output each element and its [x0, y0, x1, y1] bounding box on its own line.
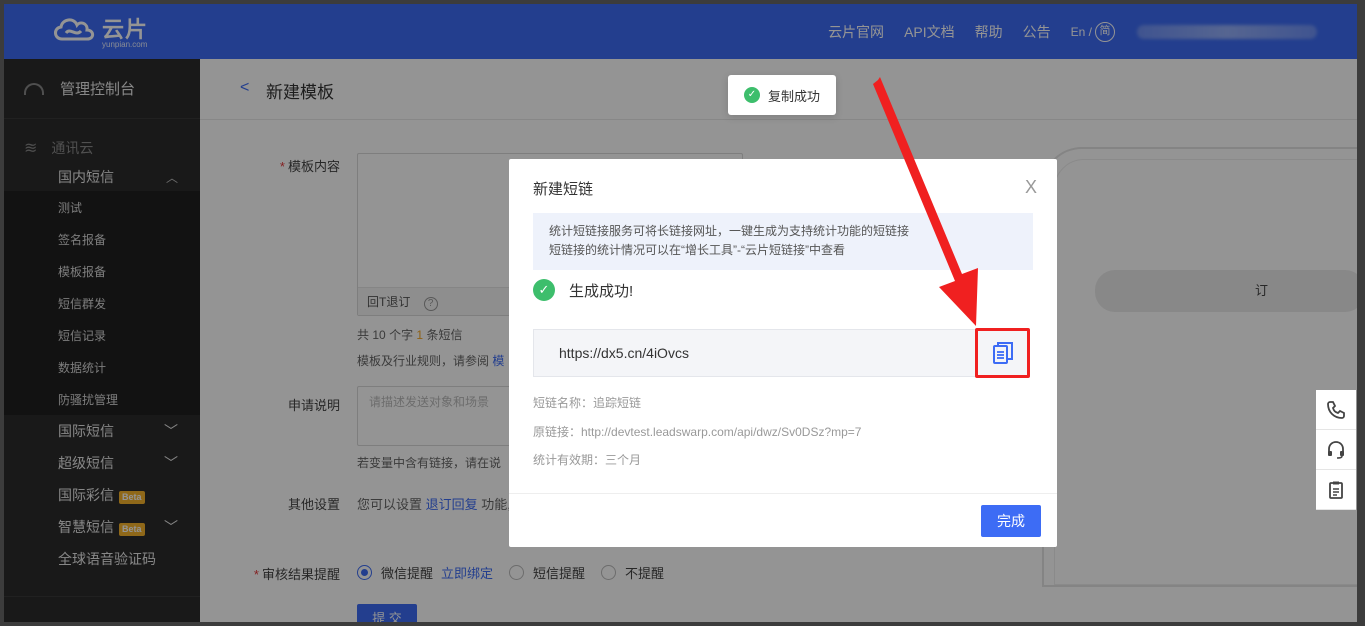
- copy-button[interactable]: [975, 328, 1030, 378]
- short-link-name: 短链名称：追踪短链: [533, 396, 642, 410]
- toast-text: 复制成功: [768, 88, 821, 104]
- dialog-title: 新建短链: [533, 181, 594, 198]
- close-icon[interactable]: X: [1025, 177, 1037, 198]
- copy-icon: [992, 342, 1013, 364]
- tip-line-1: 统计短链接服务可将长链接网址，一键生成为支持统计功能的短链接: [549, 224, 910, 238]
- floating-toolbar: [1316, 390, 1356, 510]
- success-status: ✓ 生成成功!: [533, 279, 633, 301]
- validity-period: 统计有效期：三个月: [533, 453, 642, 467]
- headset-icon[interactable]: [1316, 430, 1356, 470]
- phone-icon[interactable]: [1316, 390, 1356, 430]
- success-text: 生成成功!: [569, 282, 634, 300]
- check-icon: ✓: [744, 87, 760, 103]
- tip-line-2: 短链接的统计情况可以在“增长工具”-“云片短链接”中查看: [549, 243, 845, 257]
- toast-message: ✓ 复制成功: [728, 75, 836, 115]
- original-link: 原链接：http://devtest.leadswarp.com/api/dwz…: [533, 425, 862, 439]
- dialog-footer-divider: [509, 493, 1057, 494]
- clipboard-icon[interactable]: [1316, 470, 1356, 510]
- success-check-icon: ✓: [533, 279, 555, 301]
- short-url-field[interactable]: https://dx5.cn/4iOvcs: [533, 329, 1029, 377]
- create-short-link-dialog: 新建短链 X 统计短链接服务可将长链接网址，一键生成为支持统计功能的短链接 短链…: [509, 159, 1057, 547]
- done-button[interactable]: 完成: [981, 505, 1041, 537]
- app-frame: 云片 yunpian.com 云片官网 API文档 帮助 公告 En / 简 管…: [4, 4, 1357, 622]
- info-tip: 统计短链接服务可将长链接网址，一键生成为支持统计功能的短链接 短链接的统计情况可…: [533, 213, 1033, 270]
